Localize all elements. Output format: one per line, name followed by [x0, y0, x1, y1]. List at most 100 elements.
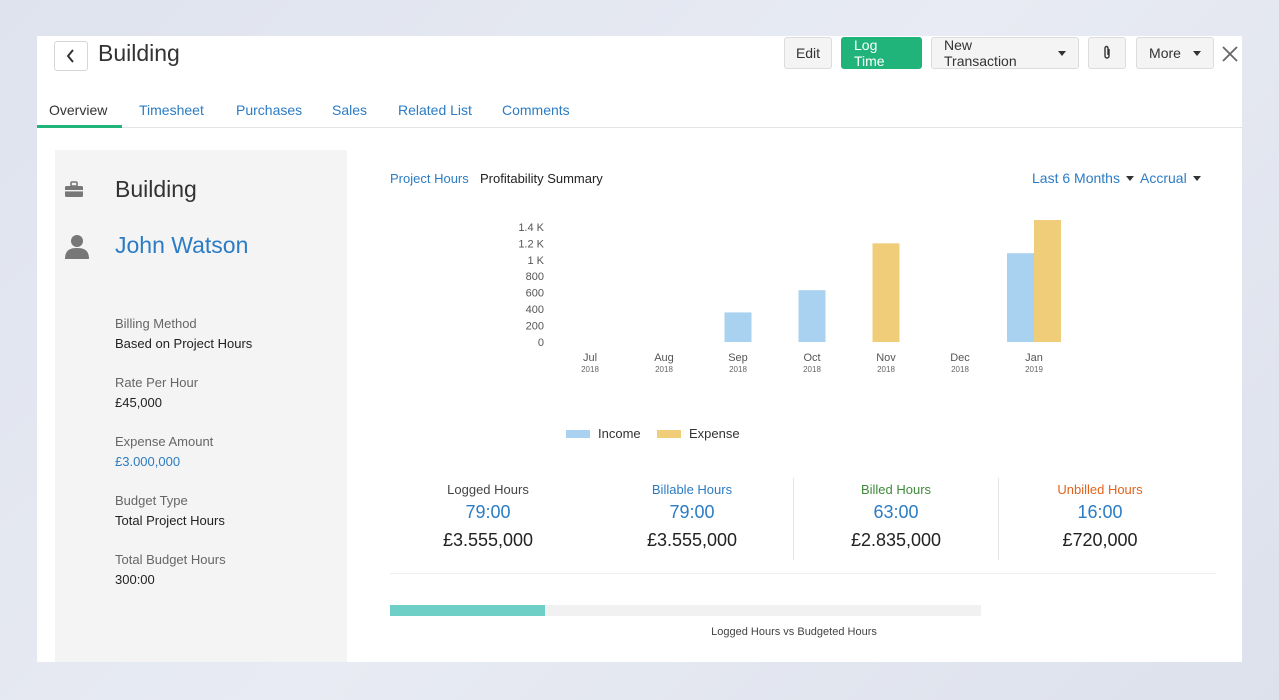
- x-tick-month: Nov: [876, 352, 896, 364]
- stat-logged-hours: Logged Hours 79:00 £3.555,000: [386, 482, 590, 551]
- tab-related-list[interactable]: Related List: [398, 102, 472, 118]
- y-tick-label: 1.4 K: [518, 222, 544, 234]
- period-dropdown[interactable]: Last 6 Months: [1032, 170, 1134, 186]
- tab-sales[interactable]: Sales: [332, 102, 367, 118]
- x-tick-year: 2019: [1025, 365, 1043, 374]
- field-value: £45,000: [115, 395, 162, 410]
- stat-hours: 16:00: [1077, 502, 1123, 522]
- field-value: Total Project Hours: [115, 513, 225, 528]
- expense-amount-field: Expense Amount £3.000,000: [115, 434, 213, 469]
- caret-down-icon: [1058, 50, 1066, 56]
- income-bar: [1007, 253, 1034, 342]
- tab-comments[interactable]: Comments: [502, 102, 570, 118]
- paperclip-icon: [1104, 45, 1110, 59]
- tab-bar: Overview Timesheet Purchases Sales Relat…: [37, 94, 1242, 128]
- tab-purchases[interactable]: Purchases: [236, 102, 302, 118]
- income-bar: [724, 312, 752, 342]
- x-tick-year: 2018: [803, 365, 821, 374]
- x-tick-month: Sep: [728, 352, 748, 364]
- new-transaction-button[interactable]: New Transaction: [931, 37, 1079, 69]
- basis-dropdown[interactable]: Accrual: [1140, 170, 1201, 186]
- y-tick-label: 1 K: [527, 255, 544, 267]
- active-tab-indicator: [37, 125, 122, 128]
- stat-label: Logged Hours: [447, 482, 529, 497]
- edit-button[interactable]: Edit: [784, 37, 832, 69]
- y-tick-label: 1.2 K: [518, 238, 544, 250]
- attach-button[interactable]: [1088, 37, 1126, 69]
- new-transaction-label: New Transaction: [944, 37, 1017, 69]
- expense-swatch: [657, 429, 681, 438]
- field-label: Expense Amount: [115, 434, 214, 449]
- chevron-left-icon: [66, 49, 74, 63]
- stat-hours: 79:00: [669, 502, 715, 522]
- close-button[interactable]: [1219, 43, 1241, 65]
- stat-amount: £3.555,000: [646, 530, 738, 550]
- stat-label: Unbilled Hours: [1057, 482, 1143, 497]
- x-tick-year: 2018: [951, 365, 969, 374]
- tab-profitability-summary[interactable]: Profitability Summary: [480, 171, 603, 186]
- close-icon: [1222, 46, 1238, 62]
- stat-unbilled-hours: Unbilled Hours 16:00 £720,000: [998, 482, 1202, 551]
- profitability-chart: 02004006008001 K1.2 K1.4 K1.6 K1.8 KJul2…: [518, 220, 1061, 374]
- project-name: Building: [115, 176, 197, 202]
- y-tick-label: 600: [526, 288, 544, 300]
- x-tick-month: Dec: [950, 352, 970, 364]
- basis-value: Accrual: [1140, 170, 1187, 186]
- caret-down-icon: [1192, 50, 1201, 56]
- more-label: More: [1149, 45, 1181, 61]
- legend-label: Expense: [689, 426, 740, 441]
- stat-hours: 63:00: [873, 502, 919, 522]
- stat-amount: £3.555,000: [442, 530, 534, 550]
- tab-timesheet[interactable]: Timesheet: [139, 102, 204, 118]
- budget-type-field: Budget Type Total Project Hours: [115, 493, 225, 528]
- x-tick-year: 2018: [655, 365, 673, 374]
- stat-amount: £720,000: [1062, 530, 1138, 550]
- income-bar: [798, 290, 826, 342]
- hours-progress-bar: [390, 605, 981, 616]
- stat-billable-hours: Billable Hours 79:00 £3.555,000: [590, 482, 794, 551]
- legend-expense: Expense: [657, 426, 740, 441]
- stat-label: Billable Hours: [651, 482, 733, 497]
- caret-down-icon: [1125, 175, 1134, 181]
- x-tick-year: 2018: [581, 365, 599, 374]
- summary-panel: Project Hours Profitability Summary Last…: [362, 150, 1230, 662]
- y-tick-label: 200: [526, 321, 544, 333]
- expense-bar: [1034, 220, 1061, 342]
- period-value: Last 6 Months: [1032, 170, 1120, 186]
- page-title: Building: [98, 40, 180, 66]
- x-tick-month: Oct: [803, 352, 820, 364]
- stat-label: Billed Hours: [860, 482, 932, 497]
- field-label: Rate Per Hour: [115, 375, 199, 390]
- billing-method-field: Billing Method Based on Project Hours: [115, 316, 252, 351]
- tab-overview[interactable]: Overview: [49, 102, 107, 118]
- income-swatch: [566, 429, 590, 438]
- x-tick-year: 2018: [729, 365, 747, 374]
- field-label: Total Budget Hours: [115, 552, 226, 567]
- y-tick-label: 400: [526, 304, 544, 316]
- x-tick-month: Jan: [1025, 352, 1043, 364]
- field-label: Billing Method: [115, 316, 197, 331]
- customer-name-link[interactable]: John Watson: [115, 232, 248, 259]
- tab-project-hours[interactable]: Project Hours: [390, 171, 469, 186]
- caret-down-icon: [1192, 175, 1201, 181]
- more-button[interactable]: More: [1136, 37, 1214, 69]
- briefcase-icon: [65, 181, 83, 197]
- y-tick-label: 800: [526, 271, 544, 283]
- log-time-button[interactable]: Log Time: [841, 37, 922, 69]
- y-tick-label: 0: [538, 337, 544, 349]
- x-tick-year: 2018: [877, 365, 895, 374]
- user-icon: [65, 235, 89, 259]
- project-details-panel: Building John Watson Billing Method Base…: [55, 150, 347, 662]
- total-budget-hours-field: Total Budget Hours 300:00: [115, 552, 226, 587]
- stat-amount: £2.835,000: [850, 530, 942, 550]
- stat-billed-hours: Billed Hours 63:00 £2.835,000: [794, 482, 998, 551]
- back-button[interactable]: [54, 41, 88, 71]
- rate-per-hour-field: Rate Per Hour £45,000: [115, 375, 198, 410]
- legend-income: Income: [566, 426, 641, 441]
- field-label: Budget Type: [115, 493, 188, 508]
- expense-bar: [872, 243, 900, 342]
- x-tick-month: Jul: [583, 352, 597, 364]
- expense-amount-link[interactable]: £3.000,000: [115, 454, 213, 469]
- field-value: 300:00: [115, 572, 155, 587]
- field-value: Based on Project Hours: [115, 336, 253, 351]
